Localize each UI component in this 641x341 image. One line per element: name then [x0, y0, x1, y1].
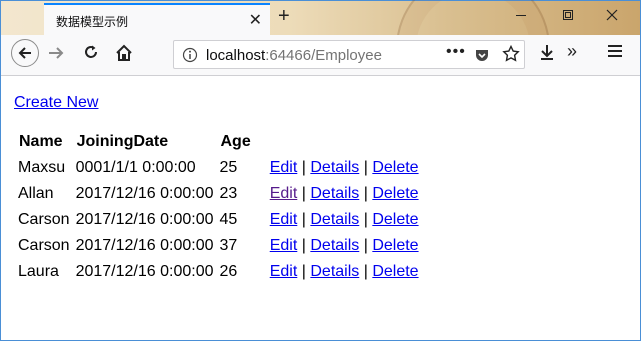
table-row: Maxsu 0001/1/1 0:00:00 25 Edit | Details…: [14, 155, 421, 181]
column-header-actions: [256, 129, 421, 155]
create-new-link[interactable]: Create New: [14, 94, 98, 112]
column-header-joining-date: JoiningDate: [76, 132, 169, 150]
table-row: Carson 2017/12/16 0:00:00 37 Edit | Deta…: [14, 233, 421, 259]
cell-actions: Edit | Details | Delete: [256, 259, 421, 285]
info-icon[interactable]: [182, 47, 198, 68]
column-header-name: Name: [19, 132, 63, 150]
edit-link[interactable]: Edit: [270, 185, 298, 202]
tab-employee[interactable]: 数据模型示例 ✕: [44, 3, 270, 35]
cell-name: Laura: [18, 262, 59, 280]
cell-age: 37: [219, 236, 238, 254]
delete-link[interactable]: Delete: [372, 237, 418, 254]
cell-joining-date: 2017/12/16 0:00:00: [75, 184, 214, 202]
separator: |: [301, 262, 306, 280]
cell-joining-date: 2017/12/16 0:00:00: [75, 236, 214, 254]
details-link[interactable]: Details: [310, 263, 359, 280]
cell-joining-date: 0001/1/1 0:00:00: [75, 158, 196, 176]
delete-link[interactable]: Delete: [372, 263, 418, 280]
cell-actions: Edit | Details | Delete: [256, 181, 421, 207]
separator: |: [363, 210, 368, 228]
details-link[interactable]: Details: [310, 159, 359, 176]
url-host: localhost: [206, 47, 266, 64]
edit-link[interactable]: Edit: [270, 237, 298, 254]
separator: |: [301, 236, 306, 254]
cell-age: 26: [219, 262, 238, 280]
more-tools-icon[interactable]: »: [567, 41, 577, 62]
page-content: Create New Name JoiningDate Age Maxsu 00…: [1, 76, 640, 339]
page-actions-icon[interactable]: •••: [446, 43, 466, 61]
delete-link[interactable]: Delete: [372, 159, 418, 176]
pocket-icon[interactable]: [474, 47, 490, 68]
cell-name: Carson: [18, 210, 70, 228]
separator: |: [301, 184, 306, 202]
cell-name: Allan: [18, 184, 54, 202]
cell-joining-date: 2017/12/16 0:00:00: [75, 262, 214, 280]
delete-link[interactable]: Delete: [372, 211, 418, 228]
details-link[interactable]: Details: [310, 211, 359, 228]
separator: |: [363, 158, 368, 176]
cell-actions: Edit | Details | Delete: [256, 233, 421, 259]
tab-bar: 数据模型示例 ✕ +: [1, 0, 640, 125]
url-bar[interactable]: localhost:64466/Employee •••: [173, 40, 525, 69]
cell-age: 23: [219, 184, 238, 202]
details-link[interactable]: Details: [310, 237, 359, 254]
table-row: Carson 2017/12/16 0:00:00 45 Edit | Deta…: [14, 207, 421, 233]
separator: |: [301, 158, 306, 176]
back-arrow-icon[interactable]: [11, 39, 39, 67]
employee-table: Name JoiningDate Age Maxsu 0001/1/1 0:00…: [14, 129, 421, 285]
cell-joining-date: 2017/12/16 0:00:00: [75, 210, 214, 228]
edit-link[interactable]: Edit: [270, 159, 298, 176]
window-close-icon[interactable]: [606, 8, 618, 24]
table-row: Allan 2017/12/16 0:00:00 23 Edit | Detai…: [14, 181, 421, 207]
edit-link[interactable]: Edit: [270, 211, 298, 228]
separator: |: [301, 210, 306, 228]
table-header-row: Name JoiningDate Age: [14, 129, 421, 155]
separator: |: [363, 184, 368, 202]
tab-close-icon[interactable]: ✕: [249, 10, 262, 30]
download-icon[interactable]: [538, 43, 556, 66]
cell-age: 45: [219, 210, 238, 228]
url-path: :64466/Employee: [265, 47, 382, 64]
details-link[interactable]: Details: [310, 185, 359, 202]
cell-actions: Edit | Details | Delete: [256, 155, 421, 181]
new-tab-button[interactable]: +: [278, 6, 290, 26]
cell-actions: Edit | Details | Delete: [256, 207, 421, 233]
minimize-icon[interactable]: [515, 8, 527, 24]
separator: |: [363, 236, 368, 254]
url-text: localhost:64466/Employee: [206, 47, 382, 64]
cell-name: Maxsu: [18, 158, 66, 176]
table-row: Laura 2017/12/16 0:00:00 26 Edit | Detai…: [14, 259, 421, 285]
maximize-icon[interactable]: [562, 8, 574, 24]
delete-link[interactable]: Delete: [372, 185, 418, 202]
navigation-toolbar: localhost:64466/Employee ••• »: [1, 35, 640, 76]
forward-arrow-icon[interactable]: [48, 45, 64, 66]
reload-icon[interactable]: [83, 44, 99, 65]
separator: |: [363, 262, 368, 280]
bookmark-star-icon[interactable]: [502, 44, 520, 68]
home-icon[interactable]: [115, 44, 133, 67]
hamburger-menu-icon[interactable]: [607, 44, 623, 63]
tab-title: 数据模型示例: [56, 15, 129, 29]
edit-link[interactable]: Edit: [270, 263, 298, 280]
cell-age: 25: [219, 158, 238, 176]
column-header-age: Age: [220, 132, 251, 150]
cell-name: Carson: [18, 236, 70, 254]
